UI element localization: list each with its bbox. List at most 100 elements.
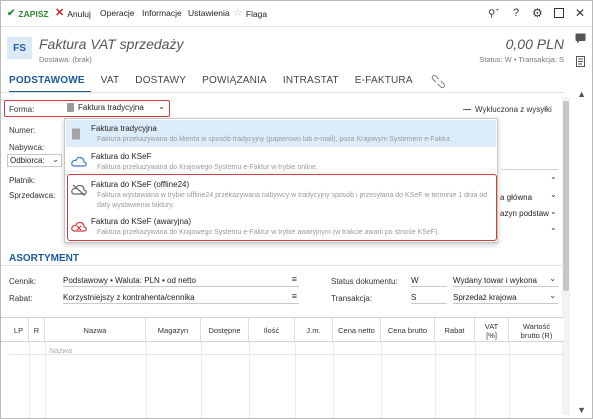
tabs-divider bbox=[1, 92, 564, 93]
star-icon: ☆ bbox=[233, 7, 243, 19]
assortment-section-title: ASORTYMENT bbox=[9, 253, 79, 264]
rabat-select[interactable]: Korzystniejszy z kontrahenta/cennika ≡ bbox=[63, 291, 299, 304]
toggle-icon bbox=[463, 109, 471, 110]
flag-label: Flaga bbox=[245, 8, 268, 19]
maximize-icon[interactable] bbox=[554, 7, 564, 21]
document-icon bbox=[67, 103, 74, 112]
information-menu[interactable]: Informacje bbox=[142, 8, 182, 18]
cennik-select[interactable]: Podstawowy • Waluta: PLN • od netto ≡ bbox=[63, 274, 299, 287]
tab-powiazania[interactable]: POWIĄZANIA bbox=[196, 75, 273, 93]
column-vat[interactable]: VAT [%] bbox=[475, 318, 509, 343]
toolbar: ✔ ZAPISZ ✕ Anuluj Operacje Informacje Us… bbox=[1, 1, 592, 27]
notes-icon[interactable] bbox=[575, 56, 586, 70]
save-label: ZAPISZ bbox=[18, 8, 49, 19]
delivery-subtitle: Dostawa: (brak) bbox=[39, 55, 92, 64]
paperclip-icon: ⊂⊃ bbox=[426, 70, 449, 93]
tab-e-faktura[interactable]: E-FAKTURA bbox=[349, 75, 419, 93]
menu-icon: ≡ bbox=[291, 291, 297, 301]
information-label: Informacje bbox=[142, 8, 182, 18]
column-jm[interactable]: J.m. bbox=[295, 318, 333, 343]
save-button[interactable]: ✔ ZAPISZ bbox=[7, 8, 49, 19]
column-ilosc[interactable]: Ilość bbox=[249, 318, 295, 343]
status-select[interactable]: Wydany towar i wykona ⌄ bbox=[453, 274, 558, 287]
rabat-value: Korzystniejszy z kontrahenta/cennika bbox=[63, 292, 195, 302]
document-icon bbox=[71, 128, 87, 140]
chevron-down-icon: ⌄ bbox=[52, 155, 59, 164]
document-type-badge: FS bbox=[7, 37, 32, 59]
check-icon: ✔ bbox=[7, 8, 16, 19]
cennik-label: Cennik: bbox=[9, 277, 37, 286]
ksef-offline-awaryjna-highlight bbox=[67, 174, 497, 241]
chevron-down-icon: ⌄ bbox=[549, 274, 556, 283]
odbiorca-select[interactable]: Odbiorca: ⌄ bbox=[7, 154, 62, 167]
chevron-down-icon[interactable]: ⌄ bbox=[550, 223, 557, 232]
settings-menu[interactable]: Ustawienia bbox=[188, 8, 230, 18]
warehouse-branch-value[interactable]: a główna bbox=[500, 193, 532, 202]
close-window-icon[interactable]: ✕ bbox=[575, 6, 585, 20]
forma-select[interactable]: Faktura tradycyjna ⌄ bbox=[67, 101, 167, 114]
cancel-label: Anuluj bbox=[67, 8, 91, 19]
cancel-button[interactable]: ✕ Anuluj bbox=[55, 8, 91, 19]
transaction-code-field[interactable]: S bbox=[411, 291, 447, 304]
items-table-header: LP R Nazwa Magazyn Dostępne Ilość J.m. C… bbox=[1, 317, 564, 343]
option-faktura-tradycyjna[interactable]: Faktura tradycyjna Faktura przekazywana … bbox=[66, 120, 496, 147]
chevron-down-icon[interactable]: ⌄ bbox=[550, 190, 557, 199]
menu-icon: ≡ bbox=[291, 274, 297, 284]
chevron-down-icon[interactable]: ⌄ bbox=[550, 207, 557, 216]
comment-icon[interactable] bbox=[575, 33, 586, 47]
settings-label: Ustawienia bbox=[188, 8, 230, 18]
column-dostepne[interactable]: Dostępne bbox=[201, 318, 249, 343]
option-description: Faktura przekazywana do klienta w sposób… bbox=[97, 136, 452, 143]
tab-intrastat[interactable]: INTRASTAT bbox=[277, 75, 345, 93]
transaction-code: S bbox=[411, 292, 417, 302]
column-cena-brutto[interactable]: Cena brutto bbox=[381, 318, 435, 343]
option-faktura-ksef[interactable]: Faktura do KSeF Faktura przekazywana do … bbox=[66, 148, 496, 175]
tab-vat[interactable]: VAT bbox=[95, 75, 126, 93]
transaction-label: Transakcja: bbox=[331, 294, 373, 303]
column-r[interactable]: R bbox=[29, 318, 45, 343]
add-attachment-icon[interactable]: ⚲+ bbox=[488, 8, 499, 19]
scrollbar-thumb[interactable] bbox=[563, 101, 569, 291]
tab-dostawy[interactable]: DOSTAWY bbox=[129, 75, 192, 93]
nabywca-label: Nabywca: bbox=[9, 143, 45, 152]
column-nazwa[interactable]: Nazwa bbox=[45, 318, 146, 343]
chevron-down-icon[interactable]: ▼ bbox=[577, 405, 586, 415]
forma-label: Forma: bbox=[9, 105, 35, 114]
column-lp[interactable]: LP bbox=[9, 318, 29, 343]
help-icon[interactable]: ? bbox=[513, 7, 519, 19]
tab-attachments[interactable]: ⊂⊃ bbox=[423, 71, 454, 93]
warehouse-value[interactable]: azyn podstaw bbox=[500, 209, 549, 218]
status-line: Status: W • Transakcja: S bbox=[479, 55, 564, 64]
page-title: Faktura VAT sprzedaży bbox=[39, 36, 184, 52]
sprzedawca-label: Sprzedawca: bbox=[9, 191, 56, 200]
rabat-label: Rabat: bbox=[9, 294, 33, 303]
column-magazyn[interactable]: Magazyn bbox=[146, 318, 201, 343]
close-icon: ✕ bbox=[55, 7, 65, 19]
field-underline bbox=[501, 169, 558, 170]
chevron-down-icon: ⌄ bbox=[158, 102, 165, 111]
tab-podstawowe[interactable]: PODSTAWOWE bbox=[9, 75, 91, 93]
column-rabat[interactable]: Rabat bbox=[435, 318, 475, 343]
gear-icon[interactable]: ⚙ bbox=[532, 6, 543, 20]
chevron-down-icon: ⌄ bbox=[549, 291, 556, 300]
document-amount: 0,00 PLN bbox=[505, 36, 564, 52]
chevron-up-icon[interactable]: ▲ bbox=[577, 89, 586, 99]
cloud-icon bbox=[71, 156, 87, 168]
option-description: Faktura przekazywana do Krajowego System… bbox=[97, 164, 318, 171]
numer-label: Numer: bbox=[9, 126, 36, 135]
flag-button[interactable]: ☆ Flaga bbox=[233, 8, 267, 19]
platnik-label: Płatnik: bbox=[9, 176, 36, 185]
excluded-from-sending-toggle[interactable]: Wykluczona z wysyłki bbox=[463, 105, 552, 114]
column-wartosc-brutto[interactable]: Wartość brutto (R) bbox=[509, 318, 564, 343]
status-value: Wydany towar i wykona bbox=[453, 275, 537, 285]
cennik-value: Podstawowy • Waluta: PLN • od netto bbox=[63, 275, 196, 285]
option-title: Faktura do KSeF bbox=[91, 152, 152, 161]
chevron-down-icon[interactable]: ⌄ bbox=[550, 172, 557, 181]
operations-label: Operacje bbox=[100, 8, 135, 18]
tab-bar: PODSTAWOWE VAT DOSTAWY POWIĄZANIA INTRAS… bbox=[9, 71, 458, 93]
transaction-select[interactable]: Sprzedaż krajowa ⌄ bbox=[453, 291, 558, 304]
status-document-label: Status dokumentu: bbox=[331, 277, 398, 286]
column-cena-netto[interactable]: Cena netto bbox=[333, 318, 381, 343]
status-code-field[interactable]: W bbox=[411, 274, 447, 287]
operations-menu[interactable]: Operacje bbox=[100, 8, 135, 18]
